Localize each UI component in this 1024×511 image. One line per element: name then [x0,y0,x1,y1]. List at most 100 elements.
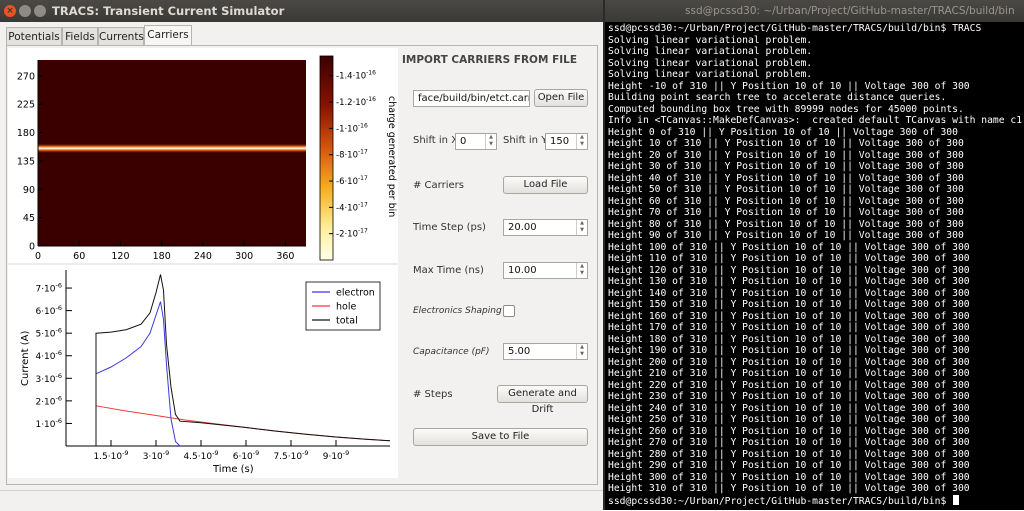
capacitance-value: 5.00 [508,346,531,357]
tab-potentials[interactable]: Potentials [6,27,62,45]
terminal-line: Height 50 of 310 || Y Position 10 of 10 … [608,184,964,195]
legend-label-electron: electron [336,288,375,299]
series-hole-line [95,405,391,446]
shift-x-value: 0 [460,136,467,147]
terminal-line: Height 60 of 310 || Y Position 10 of 10 … [608,195,964,207]
terminal-line: Height 70 of 310 || Y Position 10 of 10 … [608,207,964,218]
current-x-tick-label: 9·10-9 [323,449,350,462]
import-carriers-heading: IMPORT CARRIERS FROM FILE [402,54,578,66]
shift-y-label: Shift in Y [503,135,548,146]
tab-currents[interactable]: Currents [98,27,144,45]
terminal-line: Height 280 of 310 || Y Position 10 of 10… [608,448,970,460]
terminal-line: Solving linear variational problem. [608,46,813,57]
tab-carriers[interactable]: Carriers [144,25,192,45]
terminal-line: Height 270 of 310 || Y Position 10 of 10… [608,437,970,448]
capacitance-input[interactable]: 5.00 ▲ ▼ [503,343,588,360]
terminal-lines: ssd@pcssd30:~/Urban/Project/GitHub-maste… [608,23,1022,495]
terminal-line: Height 190 of 310 || Y Position 10 of 10… [608,345,970,356]
current-y-ticks: 1·10-6 2·10-6 3·10-6 4·10-6 5·10-6 6·10-6 7·10… [35,282,72,430]
shift-x-input[interactable]: 0 ▲ ▼ [455,133,497,150]
close-window-icon[interactable]: × [4,5,16,17]
generate-and-drift-button[interactable]: Generate and Drift [497,385,588,415]
terminal-line: Height 90 of 310 || Y Position 10 of 10 … [608,230,964,241]
current-y-tick-label: 6·10-6 [35,304,62,317]
terminal-line: Solving linear variational problem. [608,57,813,69]
terminal-prompt: ssd@pcssd30:~/Urban/Project/GitHub-maste… [608,495,953,507]
terminal-line: Height 140 of 310 || Y Position 10 of 10… [608,287,970,299]
current-y-tick-label: 2·10-6 [35,394,62,407]
colorbar-tick-label: -1.2·10-16 [336,96,376,108]
time-step-stepper-icon[interactable]: ▲ ▼ [576,220,587,235]
colorbar-tick-label: -8·10-17 [336,149,368,161]
terminal-line: Height 20 of 310 || Y Position 10 of 10 … [608,149,964,161]
terminal-titlebar: ssd@pcssd30: ~/Urban/Project/GitHub-mast… [605,0,1024,22]
maximize-window-icon[interactable] [34,5,46,17]
shift-y-input[interactable]: 150 ▲ ▼ [545,133,588,150]
carriers-file-path-input[interactable]: face/build/bin/etct.carriers [413,90,530,107]
shift-y-stepper-icon[interactable]: ▲ ▼ [576,134,587,149]
terminal-line: Height 120 of 310 || Y Position 10 of 10… [608,264,970,276]
current-x-tick-label: 1.5·10-9 [93,449,128,462]
colorbar-tick-label: -1·10-16 [336,122,368,134]
terminal-cursor-icon [953,494,960,505]
terminal-line: Height 160 of 310 || Y Position 10 of 10… [608,310,970,322]
heatmap-x-tick-label: 300 [235,251,253,262]
terminal-line: Height 200 of 310 || Y Position 10 of 10… [608,356,970,368]
terminal-line: Height 250 of 310 || Y Position 10 of 10… [608,414,970,425]
terminal-output[interactable]: ssd@pcssd30:~/Urban/Project/GitHub-maste… [608,23,1022,507]
current-x-tick-label: 7.5·10-9 [273,449,308,462]
max-time-stepper-icon[interactable]: ▲ ▼ [576,263,587,278]
capacitance-label: Capacitance (pF) [413,347,490,357]
terminal-title: ssd@pcssd30: ~/Urban/Project/GitHub-mast… [685,5,1015,17]
heatmap-y-tick-label: 90 [23,185,35,196]
time-step-value: 20.00 [508,222,537,233]
terminal-window[interactable]: ssd@pcssd30: ~/Urban/Project/GitHub-mast… [605,0,1024,510]
terminal-line: Height 170 of 310 || Y Position 10 of 10… [608,322,970,333]
tracs-window: × TRACS: Transient Current Simulator Pot… [0,0,603,511]
load-file-button[interactable]: Load File [503,176,588,194]
heatmap-y-tick-label: 135 [17,156,35,167]
terminal-line: Height 300 of 310 || Y Position 10 of 10… [608,471,970,483]
heatmap-y-tick-label: 0 [29,242,35,253]
terminal-line: Height 80 of 310 || Y Position 10 of 10 … [608,218,964,230]
terminal-line: Height 290 of 310 || Y Position 10 of 10… [608,460,970,471]
capacitance-stepper-icon[interactable]: ▲ ▼ [576,344,587,359]
heatmap-x-tick-label: 240 [194,251,212,262]
current-y-tick-label: 5·10-6 [35,327,62,340]
terminal-line: Height 180 of 310 || Y Position 10 of 10… [608,333,970,345]
tab-fields[interactable]: Fields [62,27,98,45]
colorbar [319,55,334,261]
terminal-line: Solving linear variational problem. [608,34,813,46]
electronics-shaping-checkbox[interactable] [503,305,515,317]
max-time-input[interactable]: 10.00 ▲ ▼ [503,262,588,279]
terminal-line: Height 100 of 310 || Y Position 10 of 10… [608,241,970,253]
terminal-line: Info in <TCanvas::MakeDefCanvas>: create… [608,115,1022,126]
heatmap-band [38,143,306,154]
window-title: TRACS: Transient Current Simulator [52,4,285,18]
open-file-button[interactable]: Open File [534,89,588,107]
current-y-label: Current (A) [20,331,31,386]
status-bar [0,490,603,511]
time-step-input[interactable]: 20.00 ▲ ▼ [503,219,588,236]
terminal-line: Height 220 of 310 || Y Position 10 of 10… [608,379,970,391]
current-y-tick-label: 4·10-6 [35,349,62,362]
heatmap-x-tick-label: 180 [153,251,171,262]
terminal-line: Height 40 of 310 || Y Position 10 of 10 … [608,172,964,184]
colorbar-label: charge generated per bin [386,96,397,217]
heatmap-y-tick-label: 45 [23,213,35,224]
save-to-file-button[interactable]: Save to File [413,428,588,446]
shift-x-stepper-icon[interactable]: ▲ ▼ [485,134,496,149]
terminal-line: Building point search tree to accelerate… [608,92,947,103]
colorbar-tick-label: -2·10-17 [336,228,368,240]
minimize-window-icon[interactable] [19,5,31,17]
current-x-label: Time (s) [212,464,254,475]
plot-canvas[interactable]: 0 60 120 180 240 300 360 0 45 90 135 180 225 270 -2·… [8,48,398,478]
plot-svg: 0 60 120 180 240 300 360 0 45 90 135 180 225 270 -2·… [8,55,398,475]
terminal-line: Height 10 of 310 || Y Position 10 of 10 … [608,138,964,149]
max-time-value: 10.00 [508,265,537,276]
colorbar-tick-label: -1.4·10-16 [336,70,376,82]
time-step-label: Time Step (ps) [413,222,486,233]
terminal-prompt-line[interactable]: ssd@pcssd30:~/Urban/Project/GitHub-maste… [608,494,1022,508]
heatmap-x-tick-label: 0 [35,251,41,262]
series-electron-line [95,301,181,447]
